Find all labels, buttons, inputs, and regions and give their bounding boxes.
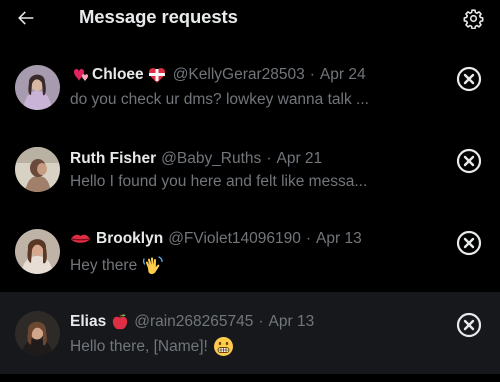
request-date: Apr 13 [316,230,362,247]
sender-name: Ruth Fisher [70,150,157,167]
sender-name: Elias [70,313,107,330]
back-button[interactable] [13,5,39,31]
sender-name: Brooklyn [96,230,164,247]
dismiss-request-button[interactable] [455,311,483,339]
separator: · [305,230,312,247]
separator: · [266,150,272,167]
message-request-item[interactable]: Chloee @KellyGerar28503 · Apr 24 do you … [0,46,500,128]
gear-icon [463,8,483,29]
close-circle-icon [456,66,482,92]
message-preview: Hey there [70,257,138,274]
close-circle-icon [456,148,482,174]
separator: · [309,66,315,83]
separator: · [258,313,264,330]
message-request-list: Chloee @KellyGerar28503 · Apr 24 do you … [0,46,500,374]
arrow-left-icon [18,11,34,25]
grimacing-face-icon [213,337,233,356]
sender-handle: @KellyGerar28503 [172,66,305,83]
page-title: Message requests [79,6,238,27]
avatar[interactable] [15,147,60,192]
revolving-hearts-icon [74,69,88,82]
avatar[interactable] [15,229,60,274]
request-date: Apr 24 [319,66,366,83]
avatar[interactable] [15,65,60,110]
message-request-item[interactable]: Elias @rain268265745 · Apr 13 Hello ther… [0,292,500,374]
close-circle-icon [456,230,482,256]
message-preview: Hello I found you here and felt like mes… [70,173,368,190]
request-date: Apr 21 [276,150,323,167]
heart-with-ribbon-icon [148,68,165,83]
message-request-item[interactable]: Brooklyn @FViolet14096190 · Apr 13 Hey t… [0,210,500,292]
lips-icon [71,234,90,243]
close-circle-icon [456,312,482,338]
sender-name: Chloee [92,66,144,83]
sender-handle: @rain268265745 [134,313,254,330]
message-request-item[interactable]: Ruth Fisher @Baby_Ruths · Apr 21 Hello I… [0,128,500,210]
message-preview: Hello there, [Name]! [70,337,208,355]
waving-hand-icon [143,256,163,275]
message-preview: do you check ur dms? lowkey wanna talk .… [70,91,369,108]
sender-handle: @Baby_Ruths [161,150,262,167]
header: Message requests [0,0,500,36]
request-date: Apr 13 [268,313,315,330]
dismiss-request-button[interactable] [455,147,483,175]
sender-handle: @FViolet14096190 [168,230,301,247]
red-apple-icon [113,314,128,330]
dismiss-request-button[interactable] [455,229,483,257]
settings-button[interactable] [460,5,486,31]
dismiss-request-button[interactable] [455,65,483,93]
avatar[interactable] [15,311,60,356]
